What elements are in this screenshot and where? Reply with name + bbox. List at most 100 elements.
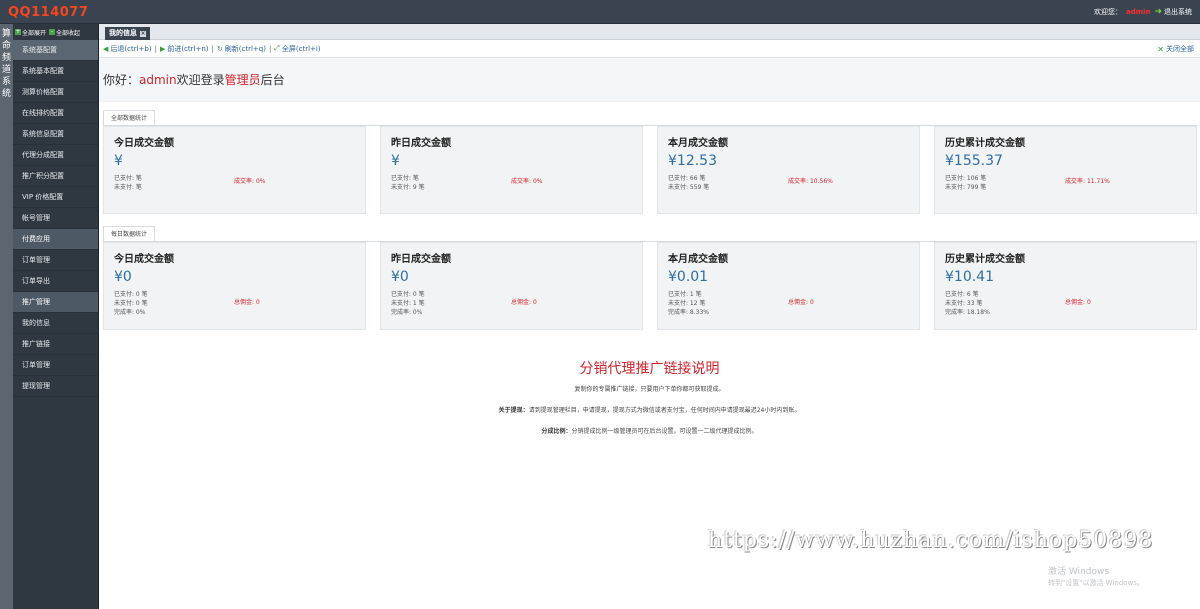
commission-label: 总佣金: [511,299,532,306]
card-amount: ¥0.01 [668,269,709,285]
sidebar-item[interactable]: 帐号管理 [13,208,99,229]
commission-value: 0 [809,299,814,306]
top-bar: QQ114077 欢迎您： admin ➜ 退出系统 [0,0,1200,24]
collapse-all-button[interactable]: - 全部收起 [49,28,80,37]
welcome-prefix: 你好： [103,73,140,87]
sidebar-item[interactable]: 订单管理 [13,250,99,271]
close-all-button[interactable]: ✕ 关闭全部 [1157,44,1194,54]
conversion-rate: 成交率: 0% [511,176,542,185]
watermark-text: https://www.huzhan.com/ishop50898 [708,528,1154,553]
welcome-middle: 欢迎登录 [176,73,225,87]
stat-card: 历史累计成交金额 ¥155.37 已支付: 106 笔未支付: 799 笔成交率: … [934,126,1197,214]
forward-button[interactable]: ▶ 前进(ctrl+n) [160,44,209,54]
conversion-rate: 成交率: 10.56% [788,176,833,185]
sidebar-item[interactable]: 推广管理 [13,292,99,313]
nav-toolbar: ◀ 后退(ctrl+b) | ▶ 前进(ctrl+n) | ↻ 刷新(ctrl+q) … [99,40,1200,58]
sidebar-item[interactable]: 代理分成配置 [13,145,99,166]
card-title: 历史累计成交金额 [945,138,1025,149]
tab-daily-stats[interactable]: 每日数据统计 [103,226,156,241]
logout-button[interactable]: ➜ 退出系统 [1154,7,1192,17]
fullscreen-label: 全屏(ctrl+i) [281,44,321,53]
sidebar-item[interactable]: VIP 价格配置 [13,187,99,208]
stat-card: 本月成交金额 ¥12.53 已支付: 66 笔未支付: 559 笔成交率: 10.5… [657,126,920,214]
completion-rate: 完成率: 18.18% [945,309,990,316]
card-title: 历史累计成交金额 [945,254,1025,265]
commission-label: 总佣金: [788,299,809,306]
withdraw-note: 关于提现：请到提现管理栏目，申请提现，提现方式为微信或者支付宝，任何时间内申请提… [99,405,1200,414]
sidebar-item[interactable]: 系统基本配置 [13,61,99,82]
description-title: 分销代理推广链接说明 [579,361,720,377]
refresh-button[interactable]: ↻ 刷新(ctrl+q) [217,44,266,54]
sidebar-item[interactable]: 测算价格配置 [13,82,99,103]
rate-value: 0% [532,178,543,185]
tab-label: 我的信息 [109,29,137,37]
total-stats-cards: 今日成交金额 ¥ 已支付: 笔未支付: 笔成交率: 0% 昨日成交金额 ¥ 已支付: 笔未… [103,126,1197,214]
sidebar-item[interactable]: 推广积分配置 [13,166,99,187]
rail-label: 算命频道系统 [1,29,11,99]
logout-label: 退出系统 [1164,8,1192,16]
sidebar: + 全部展开 - 全部收起 系统基配置 系统基本配置 测算价格配置 在线排约配置 系统信… [13,24,99,609]
stat-card: 昨日成交金额 ¥0 已支付: 0 笔未支付: 1 笔完成率: 0% 总佣金: 0 [380,242,643,330]
sidebar-item[interactable]: 提现管理 [13,376,99,397]
rate-label: 成交率: [788,178,809,185]
refresh-label: 刷新(ctrl+q) [224,44,266,53]
channel-rail[interactable]: 算命频道系统 [0,24,13,609]
arrow-left-icon: ◀ [103,44,109,53]
sidebar-item[interactable]: 系统信息配置 [13,124,99,145]
forward-label: 前进(ctrl+n) [167,44,209,53]
daily-stats-cards: 今日成交金额 ¥0 已支付: 0 笔未支付: 0 笔完成率: 0% 总佣金: 0 昨日成… [103,242,1197,330]
card-title: 本月成交金额 [668,138,728,149]
fullscreen-button[interactable]: ⤢ 全屏(ctrl+i) [274,44,320,54]
close-all-label: 关闭全部 [1166,45,1194,53]
tab-total-stats[interactable]: 全部数据统计 [103,110,156,125]
sidebar-item[interactable]: 我的信息 [13,313,99,334]
plus-icon: + [15,28,21,35]
back-label: 后退(ctrl+b) [110,44,152,53]
sidebar-item[interactable]: 订单导出 [13,271,99,292]
welcome-banner: 你好： admin 欢迎登录 管理员 后台 [99,58,1200,102]
commission-label: 总佣金: [1065,299,1086,306]
tab-my-info[interactable]: 我的信息 × [105,27,150,40]
ratio-label: 分成比例： [541,428,572,435]
rate-value: 11.71% [1086,178,1110,185]
back-button[interactable]: ◀ 后退(ctrl+b) [103,44,152,54]
completion-rate: 完成率: 0% [391,309,423,316]
card-amount: ¥155.37 [945,153,1003,169]
commission: 总佣金: 0 [1065,297,1091,306]
separator: | [211,44,214,53]
sidebar-item[interactable]: 在线排约配置 [13,103,99,124]
expand-all-label: 全部展开 [22,29,47,37]
commission: 总佣金: 0 [511,297,537,306]
withdraw-text: 请到提现管理栏目，申请提现，提现方式为微信或者支付宝，任何时间内申请提现最迟24… [528,407,801,414]
rate-value: 0% [255,178,266,185]
card-title: 昨日成交金额 [391,138,451,149]
rate-label: 成交率: [511,178,532,185]
card-amount: ¥ [114,153,123,169]
main-content: 我的信息 × ◀ 后退(ctrl+b) | ▶ 前进(ctrl+n) | ↻ 刷新(c… [99,24,1200,609]
expand-all-button[interactable]: + 全部展开 [15,28,46,37]
sidebar-item[interactable]: 订单管理 [13,355,99,376]
close-icon[interactable]: × [140,30,146,37]
card-amount: ¥10.41 [945,269,994,285]
commission-value: 0 [532,299,537,306]
rate-label: 成交率: [234,178,255,185]
sidebar-item[interactable]: 系统基配置 [13,40,99,61]
commission-value: 0 [255,299,260,306]
welcome-user: admin [139,72,177,87]
app-logo: QQ114077 [8,5,89,20]
stat-card: 昨日成交金额 ¥ 已支付: 笔未支付: 9 笔成交率: 0% [380,126,643,214]
sidebar-item[interactable]: 付费应用 [13,229,99,250]
completion-rate: 完成率: 8.33% [668,309,709,316]
activate-title: 激活 Windows [1048,567,1110,577]
conversion-rate: 成交率: 0% [234,176,265,185]
card-amount: ¥12.53 [668,153,717,169]
card-amount: ¥0 [114,269,132,285]
rate-value: 10.56% [809,178,833,185]
card-title: 今日成交金额 [114,138,174,149]
separator: | [268,44,272,53]
sidebar-menu: 系统基配置 系统基本配置 测算价格配置 在线排约配置 系统信息配置 代理分成配置 推广积分配… [13,40,99,397]
sidebar-item[interactable]: 推广链接 [13,334,99,355]
commission-label: 总佣金: [234,299,255,306]
card-amount: ¥ [391,153,400,169]
activate-subtitle: 转到"设置"以激活 Windows。 [1048,579,1144,587]
